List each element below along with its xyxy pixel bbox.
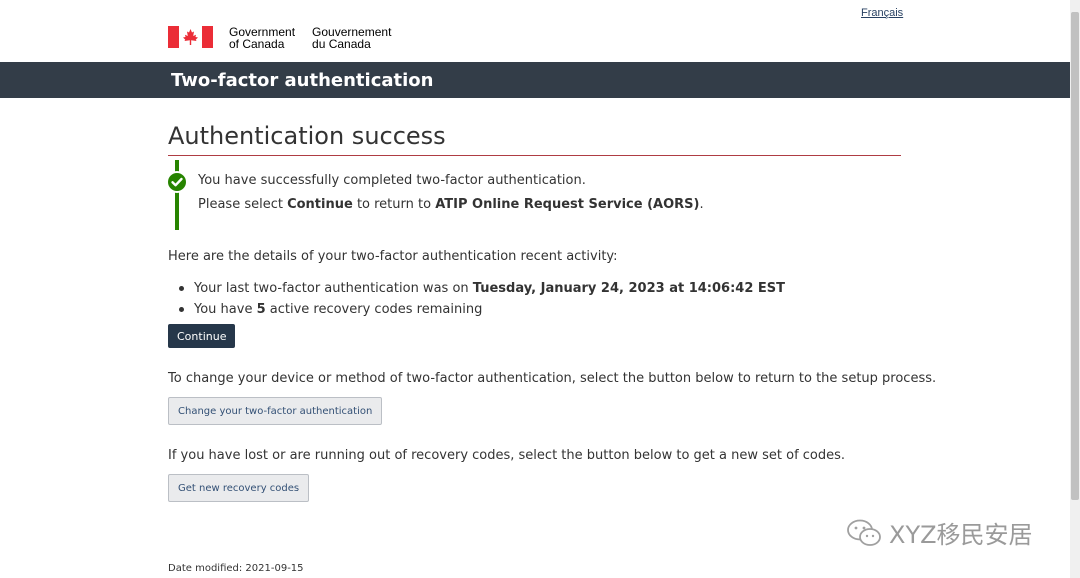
signature-french: Gouvernement du Canada (312, 26, 391, 50)
government-signature[interactable]: Government of Canada Gouvernement du Can… (168, 26, 391, 50)
codes-prefix: You have (194, 302, 257, 317)
get-recovery-codes-button[interactable]: Get new recovery codes (168, 474, 310, 502)
alert-message: You have successfully completed two-fact… (198, 173, 586, 188)
list-item-recovery-codes: You have 5 active recovery codes remaini… (168, 299, 785, 320)
change-method-text: To change your device or method of two-f… (168, 371, 937, 386)
app-title-bar: Two-factor authentication (0, 62, 1070, 98)
page-title: Authentication success (168, 121, 901, 156)
signature-english: Government of Canada (229, 26, 295, 50)
lost-codes-text: If you have lost or are running out of r… (168, 448, 846, 463)
canada-flag-icon (168, 26, 213, 48)
wechat-icon (847, 519, 881, 546)
last-auth-datetime: Tuesday, January 24, 2023 at 14:06:42 ES… (472, 281, 786, 296)
signature-english-line2: of Canada (229, 37, 285, 51)
alert-instruction-suffix: . (699, 197, 704, 212)
site-header: Français Government of Canada Gouverneme… (0, 0, 1070, 62)
signature-french-line2: du Canada (312, 37, 371, 51)
codes-suffix: active recovery codes remaining (265, 302, 483, 317)
recovery-codes-count: 5 (256, 302, 266, 317)
continue-button[interactable]: Continue (168, 324, 236, 348)
watermark: XYZ移民安居 (845, 515, 1033, 550)
alert-continue-emphasis: Continue (287, 197, 353, 212)
language-toggle-link[interactable]: Français (861, 7, 903, 19)
alert-instruction-mid: to return to (352, 197, 436, 212)
watermark-text: XYZ移民安居 (889, 521, 1033, 549)
activity-intro: Here are the details of your two-factor … (168, 249, 618, 264)
success-alert: You have successfully completed two-fact… (166, 160, 905, 230)
alert-service-name: ATIP Online Request Service (AORS) (435, 197, 700, 212)
checkmark-icon (166, 171, 188, 193)
scrollbar-thumb[interactable] (1071, 12, 1079, 500)
app-title[interactable]: Two-factor authentication (171, 71, 433, 91)
last-auth-prefix: Your last two-factor authentication was … (194, 281, 473, 296)
date-modified: Date modified: 2021-09-15 (168, 563, 304, 574)
change-2fa-button[interactable]: Change your two-factor authentication (168, 397, 383, 425)
alert-instruction-prefix: Please select (198, 197, 288, 212)
list-item-last-auth: Your last two-factor authentication was … (168, 278, 785, 299)
alert-instruction: Please select Continue to return to ATIP… (198, 197, 704, 212)
activity-list: Your last two-factor authentication was … (168, 278, 785, 320)
